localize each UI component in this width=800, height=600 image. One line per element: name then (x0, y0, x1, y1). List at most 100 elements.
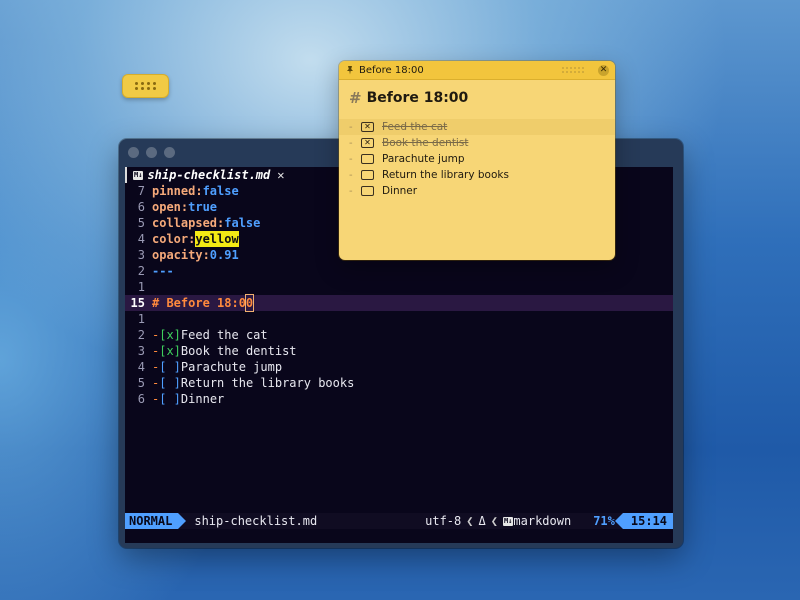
task-line: 2- [x] Feed the cat (125, 327, 673, 343)
list-dash: - (152, 360, 160, 374)
color-value-highlight: yellow (195, 231, 239, 247)
list-dash: - (152, 392, 160, 406)
line-number: 1 (137, 280, 145, 294)
yaml-value: 0.91 (209, 248, 239, 262)
yaml-value: false (224, 216, 261, 230)
note-heading-text: Before 18:00 (366, 90, 469, 106)
task-line: 3- [x] Book the dentist (125, 343, 673, 359)
status-line: NORMAL ship-checklist.md utf-8 ❮ Δ ❮ M↓ … (125, 513, 673, 529)
tab-title: ship-checklist.md (147, 168, 271, 182)
pin-icon[interactable] (345, 65, 355, 75)
file-type: markdown (513, 514, 572, 528)
text-cursor: 0 (244, 294, 255, 312)
current-line: 15 # Before 18:0 0 (125, 294, 673, 312)
yaml-key: collapsed: (152, 216, 225, 230)
yaml-value: true (188, 200, 218, 214)
drag-handle-icon (135, 82, 156, 90)
zoom-window-button[interactable] (164, 146, 175, 158)
minimize-window-button[interactable] (146, 146, 157, 158)
cursor-position: 15:14 (614, 513, 673, 529)
list-dash: - (152, 328, 160, 342)
code-line: 1 (125, 311, 673, 327)
separator-chevron-icon: ❮ (466, 514, 474, 528)
checkbox-checked[interactable]: ✕ (361, 138, 374, 148)
drag-handle-icon[interactable] (562, 67, 584, 73)
line-number: 2 (137, 264, 145, 278)
checkbox-unchecked[interactable] (361, 186, 374, 196)
file-format-icon: Δ (478, 514, 486, 528)
close-window-button[interactable] (128, 146, 139, 158)
task-text: Dinner (180, 392, 225, 406)
task-line: 5- [ ] Return the library books (125, 375, 673, 391)
item-label: Feed the cat (382, 121, 448, 133)
checklist-item[interactable]: - Parachute jump (339, 151, 615, 167)
task-text: Feed the cat (180, 328, 268, 342)
yaml-key: open: (152, 200, 189, 214)
markdown-icon: M↓ (133, 170, 144, 180)
code-line: 1 (125, 279, 673, 295)
sticky-note-window: Before 18:00 ✕ # Before 18:00 - ✕ Feed t… (339, 61, 615, 260)
status-filename: ship-checklist.md (194, 514, 318, 528)
yaml-key: pinned: (152, 184, 203, 198)
item-bullet: - (349, 185, 353, 197)
line-number: 3 (137, 344, 145, 358)
status-right-group: utf-8 ❮ Δ ❮ M↓ markdown 71% 15:14 (425, 513, 673, 529)
yaml-key: opacity: (152, 248, 210, 262)
checkbox-unchecked[interactable] (361, 154, 374, 164)
markdown-icon: M↓ (502, 516, 514, 526)
checklist-item[interactable]: - ✕ Feed the cat (339, 119, 615, 135)
checkbox-checked[interactable]: ✕ (361, 122, 374, 132)
frontmatter-delimiter: --- (152, 264, 174, 278)
mode-indicator: NORMAL (125, 513, 187, 529)
line-number: 6 (137, 392, 145, 406)
tab-ship-checklist[interactable]: M↓ ship-checklist.md ✕ (125, 167, 289, 183)
task-checkbox-open: [ ] (159, 376, 181, 390)
separator-chevron-icon: ❮ (490, 514, 498, 528)
task-text: Book the dentist (180, 344, 297, 358)
line-number: 5 (137, 376, 145, 390)
line-number: 7 (137, 184, 145, 198)
yaml-value: false (202, 184, 239, 198)
item-label: Parachute jump (382, 153, 465, 165)
task-line: 6- [ ] Dinner (125, 391, 673, 407)
item-label: Dinner (382, 185, 418, 197)
line-number: 1 (137, 312, 145, 326)
task-checkbox-done: [x] (159, 328, 181, 342)
checklist-item[interactable]: - Dinner (339, 183, 615, 199)
markdown-heading: # Before 18:0 (152, 296, 246, 310)
scroll-percent: 71% (593, 514, 615, 528)
code-line: 2 --- (125, 263, 673, 279)
item-bullet: - (349, 121, 353, 133)
minimized-note-widget[interactable] (122, 74, 169, 98)
line-number: 6 (137, 200, 145, 214)
task-text: Parachute jump (180, 360, 283, 374)
checklist-item[interactable]: - ✕ Book the dentist (339, 135, 615, 151)
list-dash: - (152, 344, 160, 358)
list-dash: - (152, 376, 160, 390)
task-text: Return the library books (180, 376, 355, 390)
file-encoding: utf-8 (425, 514, 462, 528)
checkbox-unchecked[interactable] (361, 170, 374, 180)
task-checkbox-open: [ ] (159, 392, 181, 406)
close-note-icon[interactable]: ✕ (598, 64, 609, 76)
task-checkbox-done: [x] (159, 344, 181, 358)
line-number: 4 (137, 360, 145, 374)
note-heading: # Before 18:00 (349, 89, 615, 107)
item-bullet: - (349, 169, 353, 181)
heading-hash: # (349, 89, 362, 107)
close-tab-icon[interactable]: ✕ (277, 167, 284, 183)
line-number: 5 (137, 216, 145, 230)
task-line: 4- [ ] Parachute jump (125, 359, 673, 375)
note-checklist: - ✕ Feed the cat - ✕ Book the dentist - … (339, 119, 615, 199)
note-titlebar[interactable]: Before 18:00 ✕ (339, 61, 615, 80)
item-label: Return the library books (382, 169, 509, 181)
yaml-key: color: (152, 232, 196, 246)
item-bullet: - (349, 137, 353, 149)
current-line-number: 15 (130, 296, 145, 310)
item-bullet: - (349, 153, 353, 165)
line-number: 3 (137, 248, 145, 262)
line-number: 4 (137, 232, 145, 246)
note-window-title: Before 18:00 (359, 64, 424, 76)
item-label: Book the dentist (382, 137, 469, 149)
checklist-item[interactable]: - Return the library books (339, 167, 615, 183)
